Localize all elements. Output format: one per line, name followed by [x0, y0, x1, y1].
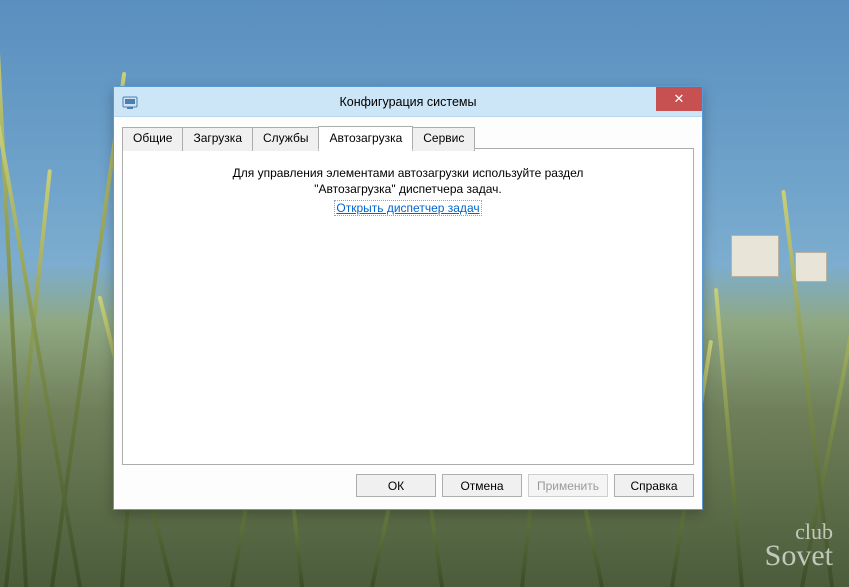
- cancel-button[interactable]: Отмена: [442, 474, 522, 497]
- grass-blade: [781, 190, 834, 587]
- dialog-button-row: ОК Отмена Применить Справка: [356, 474, 694, 497]
- tab-general[interactable]: Общие: [122, 127, 183, 151]
- grass-blade: [714, 288, 744, 587]
- tab-panel-startup: Для управления элементами автозагрузки и…: [122, 148, 694, 465]
- watermark-line2: Sovet: [765, 542, 833, 569]
- startup-message: Для управления элементами автозагрузки и…: [123, 149, 693, 215]
- tab-boot[interactable]: Загрузка: [182, 127, 253, 151]
- close-button[interactable]: ✕: [656, 87, 702, 111]
- msconfig-icon: [122, 94, 138, 110]
- tab-tools[interactable]: Сервис: [412, 127, 475, 151]
- beach-hut: [795, 252, 827, 282]
- help-button[interactable]: Справка: [614, 474, 694, 497]
- beach-hut: [731, 235, 779, 277]
- tab-label: Автозагрузка: [329, 131, 402, 145]
- tab-services[interactable]: Службы: [252, 127, 319, 151]
- apply-button[interactable]: Применить: [528, 474, 608, 497]
- startup-message-line1: Для управления элементами автозагрузки и…: [123, 165, 693, 181]
- tab-label: Службы: [263, 131, 308, 145]
- tab-label: Общие: [133, 131, 172, 145]
- titlebar[interactable]: Конфигурация системы ✕: [114, 87, 702, 117]
- startup-message-line2: "Автозагрузка" диспетчера задач.: [123, 181, 693, 197]
- msconfig-window: Конфигурация системы ✕ Общие Загрузка Сл…: [113, 86, 703, 510]
- desktop-wallpaper: club Sovet Конфигурация системы ✕ Общие …: [0, 0, 849, 587]
- client-area: Общие Загрузка Службы Автозагрузка Серви…: [122, 126, 694, 501]
- window-title: Конфигурация системы: [114, 87, 702, 117]
- tab-label: Загрузка: [193, 131, 242, 145]
- close-icon: ✕: [674, 91, 685, 107]
- tab-label: Сервис: [423, 131, 464, 145]
- tab-strip: Общие Загрузка Службы Автозагрузка Серви…: [122, 126, 694, 150]
- open-task-manager-link[interactable]: Открыть диспетчер задач: [334, 200, 481, 216]
- ok-button[interactable]: ОК: [356, 474, 436, 497]
- tab-startup[interactable]: Автозагрузка: [318, 126, 413, 150]
